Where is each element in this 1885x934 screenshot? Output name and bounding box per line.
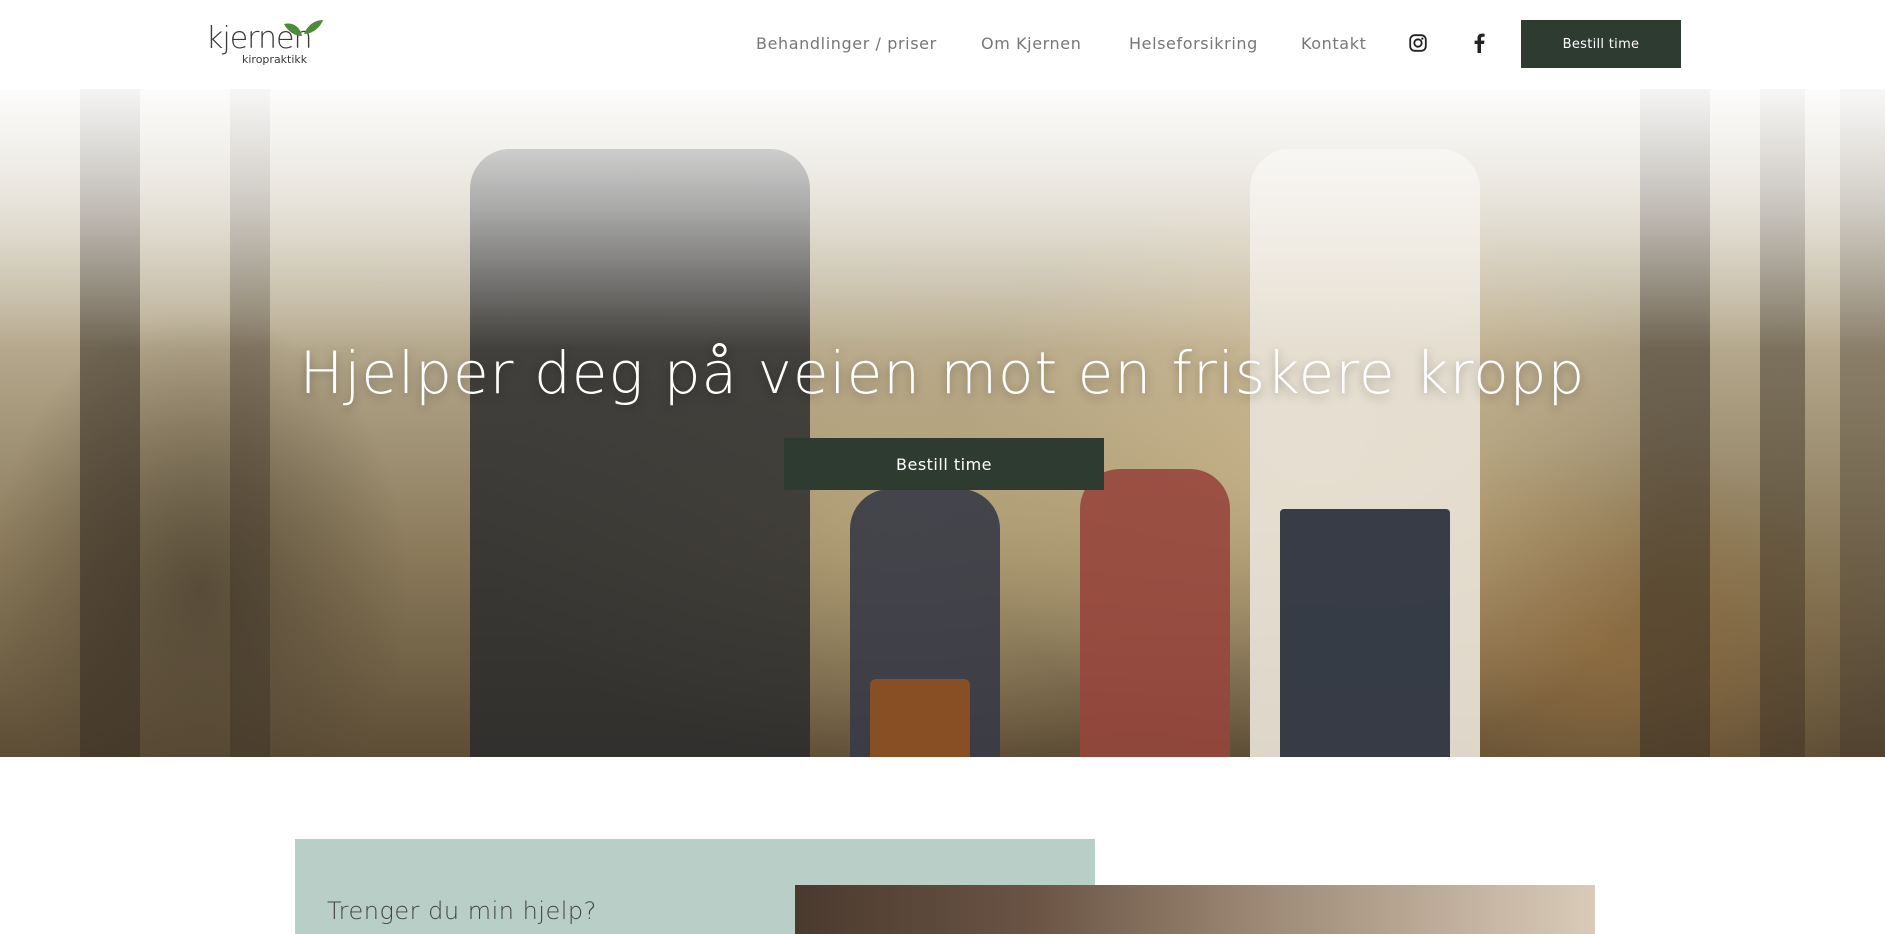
instagram-icon[interactable] bbox=[1407, 32, 1429, 54]
nav-link-helseforsikring[interactable]: Helseforsikring bbox=[1129, 34, 1258, 54]
nav-link-om-kjernen[interactable]: Om Kjernen bbox=[981, 34, 1081, 54]
hero-image bbox=[0, 89, 1885, 757]
hero-book-button[interactable]: Bestill time bbox=[784, 438, 1104, 490]
nav-link-behandlinger[interactable]: Behandlinger / priser bbox=[756, 34, 937, 54]
book-appointment-button[interactable]: Bestill time bbox=[1521, 20, 1681, 68]
main-nav: Behandlinger / priser Om Kjernen Helsefo… bbox=[0, 0, 1885, 89]
nav-link-kontakt[interactable]: Kontakt bbox=[1301, 34, 1366, 54]
hero-title: Hjelper deg på veien mot en friskere kro… bbox=[299, 339, 1586, 407]
help-heading: Trenger du min hjelp? bbox=[327, 897, 597, 925]
help-image bbox=[795, 885, 1595, 934]
site-header: kjernen kiropraktikk Behandlinger / pris… bbox=[0, 0, 1885, 89]
facebook-icon[interactable] bbox=[1468, 32, 1490, 54]
hero-section: Hjelper deg på veien mot en friskere kro… bbox=[0, 89, 1885, 757]
